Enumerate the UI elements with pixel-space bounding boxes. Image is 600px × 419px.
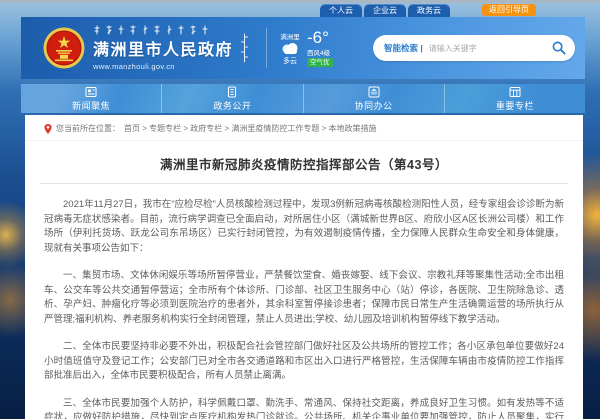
search-input[interactable] <box>429 44 552 53</box>
page: 个人云 企业云 政务云 返回引导页 <box>0 0 600 419</box>
site-container: 个人云 企业云 政务云 返回引导页 <box>21 0 585 419</box>
nav-item-news[interactable]: 新闻聚焦 <box>21 84 162 113</box>
newspaper-icon <box>85 86 97 98</box>
document-icon <box>226 86 238 98</box>
search-icon[interactable] <box>552 41 566 55</box>
nav-item-label: 新闻聚焦 <box>72 99 110 112</box>
weather-condition: 多云 <box>283 56 297 66</box>
tab-personal-cloud[interactable]: 个人云 <box>320 4 362 17</box>
national-emblem-icon <box>43 27 85 69</box>
site-header: 满洲里市人民政府 www.manzhouli.gov.cn 满洲里 <box>21 17 585 79</box>
columns-grid-icon <box>509 86 521 98</box>
article-paragraph: 二、全体市民要坚持非必要不外出，积极配合社会管控部门做好社区及公共场所的管控工作… <box>44 340 564 384</box>
return-guide-button[interactable]: 返回引导页 <box>482 4 536 16</box>
mongolian-script-icon <box>93 25 211 35</box>
article-paragraph: 一、集贸市场、文体休闲娱乐等场所暂停营业，严禁餐饮堂食、婚丧嫁娶、线下会议、宗教… <box>44 269 564 327</box>
main-nav: 新闻聚焦 政务公开 协同办公 <box>21 84 585 113</box>
search-box[interactable]: 智能检索 | <box>373 35 575 61</box>
site-title[interactable]: 满洲里市人民政府 <box>93 36 233 60</box>
logo-text: 满洲里市人民政府 www.manzhouli.gov.cn <box>93 25 233 71</box>
site-url: www.manzhouli.gov.cn <box>93 62 233 71</box>
location-pin-icon <box>44 124 52 134</box>
breadcrumb-prefix: 您当前所在位置： <box>56 123 120 134</box>
building-icon <box>368 86 380 98</box>
breadcrumb: 您当前所在位置： 首页 > 专题专栏 > 政府专栏 > 满洲里疫情防控工作专题 … <box>25 115 583 141</box>
nav-item-important-columns[interactable]: 重要专栏 <box>445 84 585 113</box>
article-paragraph: 2021年11月27日，我市在“应检尽检”人员核酸检测过程中，发现3例新冠病毒核… <box>44 198 564 256</box>
article-paragraph: 三、全体市民要加强个人防护，科学佩戴口罩、勤洗手、常通风、保持社交距离，养成良好… <box>44 397 564 419</box>
title-divider <box>40 183 568 184</box>
search-label: 智能检索 | <box>384 42 423 54</box>
logo-group[interactable]: 满洲里市人民政府 www.manzhouli.gov.cn <box>43 25 249 71</box>
nav-item-collaborative-office[interactable]: 协同办公 <box>304 84 445 113</box>
weather-city: 满洲里 <box>280 31 300 41</box>
weather-wind: 西风4级 <box>307 47 330 57</box>
breadcrumb-trail[interactable]: 首页 > 专题专栏 > 政府专栏 > 满洲里疫情防控工作专题 > 本地政策措施 <box>124 123 376 134</box>
nav-item-label: 政务公开 <box>213 99 251 112</box>
weather-temperature: -6° <box>307 29 329 46</box>
nav-item-label: 重要专栏 <box>496 99 534 112</box>
content-panel: 您当前所在位置： 首页 > 专题专栏 > 政府专栏 > 满洲里疫情防控工作专题 … <box>25 115 583 419</box>
cloud-icon <box>280 42 300 55</box>
tab-government-cloud[interactable]: 政务云 <box>408 4 450 17</box>
nav-item-gov-disclosure[interactable]: 政务公开 <box>162 84 303 113</box>
article-body: 2021年11月27日，我市在“应检尽检”人员核酸检测过程中，发现3例新冠病毒核… <box>25 196 583 419</box>
cloud-tabs: 个人云 企业云 政务云 <box>320 4 450 17</box>
air-quality-badge: 空气优 <box>307 58 333 67</box>
weather-widget[interactable]: 满洲里 多云 -6° 西风4级 空气优 <box>280 29 333 67</box>
nav-item-label: 协同办公 <box>355 99 393 112</box>
tab-enterprise-cloud[interactable]: 企业云 <box>364 4 406 17</box>
article-title: 满洲里市新冠肺炎疫情防控指挥部公告（第43号） <box>37 154 571 173</box>
mongolian-script-vertical-icon <box>240 33 249 63</box>
top-bar: 个人云 企业云 政务云 返回引导页 <box>21 3 585 17</box>
header-divider <box>266 28 267 68</box>
